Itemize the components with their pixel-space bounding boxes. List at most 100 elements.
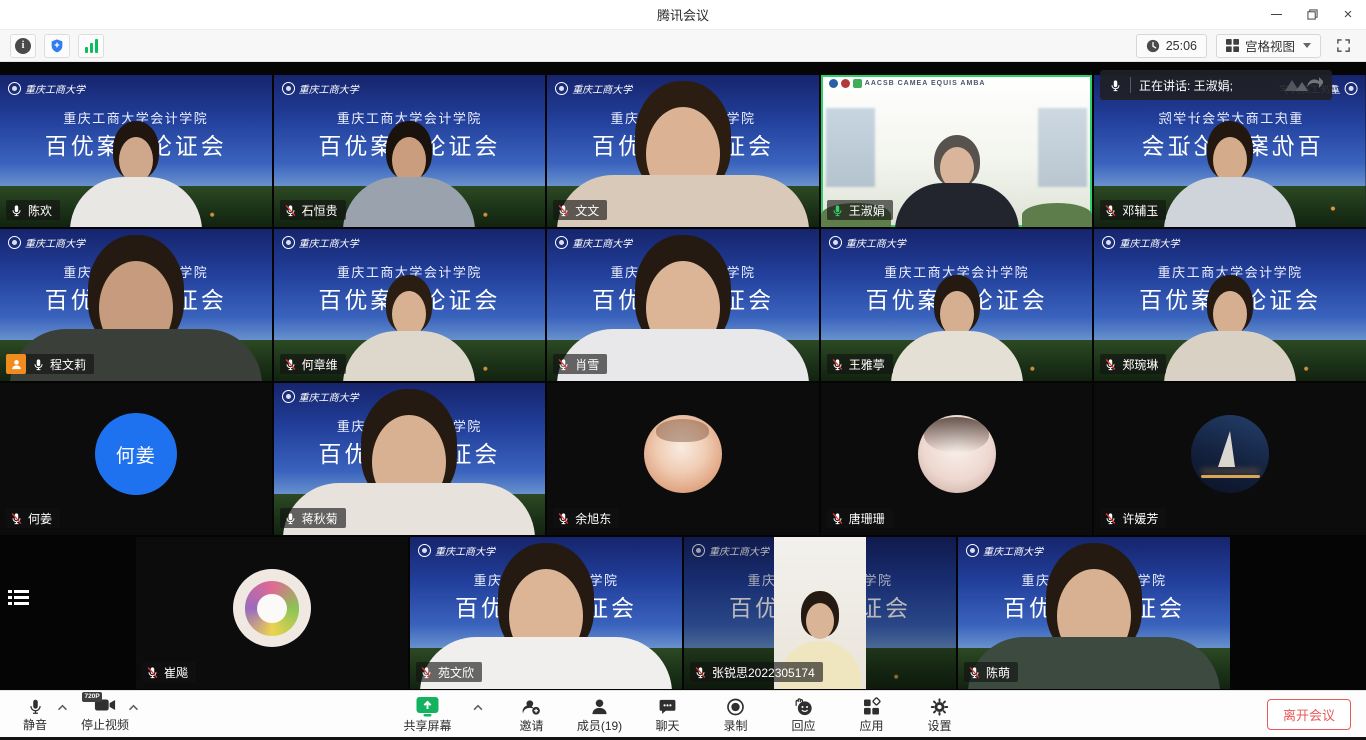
avatar (233, 569, 311, 647)
record-label: 录制 (723, 720, 747, 732)
participant-name-tag: 文文 (553, 200, 607, 220)
mic-options-chevron[interactable] (54, 684, 71, 730)
participant-tile[interactable]: 唐珊珊 (821, 383, 1093, 535)
mic-status-icon (694, 665, 707, 680)
meeting-info-button[interactable]: i (10, 34, 36, 58)
participant-tile[interactable]: 崔飚 (136, 537, 408, 689)
mic-status-icon (968, 665, 981, 680)
university-logo-text: 重庆工商大学 (25, 235, 85, 250)
virtual-bg-school-line: 重庆工商大学会计学院 (0, 262, 272, 281)
participant-name: 苑文欣 (438, 664, 474, 681)
participant-name-tag: 肖雪 (553, 354, 607, 374)
apps-icon (862, 697, 882, 717)
university-logo: 重庆工商大学 (555, 235, 632, 250)
chat-button[interactable]: 聊天 (645, 691, 691, 737)
view-mode-label: 宫格视图 (1245, 36, 1295, 55)
logo-chip (829, 79, 838, 88)
participant-tile[interactable]: 余旭东 (547, 383, 819, 535)
restore-button[interactable] (1294, 0, 1330, 29)
chevron-up-icon (128, 704, 139, 711)
participant-name: 唐珊珊 (849, 510, 885, 527)
participant-tile[interactable]: 重庆工商大学重庆工商大学会计学院百优案例论证会文文 (547, 75, 819, 227)
virtual-bg-event-line: 百优案例论证会 (274, 435, 546, 469)
university-logo: 重庆工商大学 (282, 389, 359, 404)
participant-tile[interactable]: 重庆工商大学重庆工商大学会计学院百优案例论证会陈欢 (0, 75, 272, 227)
chat-icon (658, 697, 678, 717)
mic-icon (1109, 78, 1122, 93)
grid-view-icon (1226, 39, 1239, 52)
window-titlebar: 腾讯会议 × (0, 0, 1366, 30)
meeting-info-icon: i (15, 38, 31, 54)
participant-tile[interactable]: 重庆工商大学重庆工商大学会计学院百优案例论证会张锐思2022305174 (684, 537, 956, 689)
mic-status-icon (557, 357, 570, 372)
participant-tile[interactable]: 重庆工商大学重庆工商大学会计学院百优案例论证会肖雪 (547, 229, 819, 381)
chevron-down-icon (1303, 43, 1311, 48)
minimize-button[interactable] (1258, 0, 1294, 29)
chevron-up-icon (473, 704, 484, 711)
participant-tile[interactable]: 重庆工商大学重庆工商大学会计学院百优案例论证会郑琬琳 (1094, 229, 1366, 381)
participant-name-tag: 程文莉 (6, 354, 94, 374)
video-area: 重庆工商大学重庆工商大学会计学院百优案例论证会陈欢重庆工商大学重庆工商大学会计学… (0, 62, 1366, 690)
agenda-list-icon (8, 588, 30, 608)
university-logo: 重庆工商大学 (418, 543, 495, 558)
security-shield-icon (49, 38, 65, 54)
university-seal-icon (8, 236, 21, 249)
clock-icon (1146, 39, 1160, 53)
participant-name: 邓辅玉 (1122, 202, 1158, 219)
record-button[interactable]: 录制 (713, 691, 759, 737)
logo-chip (841, 79, 850, 88)
university-logo: 重庆工商大学 (555, 81, 632, 96)
mute-button[interactable]: 静音 (12, 691, 58, 737)
speaking-toast-text: 正在讲话: 王淑娟; (1139, 77, 1233, 94)
participant-name: 崔飚 (164, 664, 188, 681)
share-screen-button[interactable]: 共享屏幕 (403, 691, 451, 737)
participant-tile[interactable]: 重庆工商大学重庆工商大学会计学院百优案例论证会何章维 (274, 229, 546, 381)
participant-tile[interactable]: 重庆工商大学重庆工商大学会计学院百优案例论证会蒋秋菊 (274, 383, 546, 535)
participant-tile[interactable]: 重庆工商大学重庆工商大学会计学院百优案例论证会石恒贵 (274, 75, 546, 227)
participant-tile[interactable]: 重庆工商大学重庆工商大学会计学院百优案例论证会王雅葶 (821, 229, 1093, 381)
mic-status-icon (10, 511, 23, 526)
mic-status-icon (284, 357, 297, 372)
virtual-bg-event-line: 百优案例论证会 (1094, 281, 1366, 315)
close-button[interactable]: × (1330, 0, 1366, 29)
network-quality-button[interactable] (78, 34, 104, 58)
university-logo-text: 重庆工商大学 (299, 389, 359, 404)
university-logo-text: 重庆工商大学 (435, 543, 495, 558)
participant-tile[interactable]: 重庆工商大学重庆工商大学会计学院百优案例论证会苑文欣 (410, 537, 682, 689)
university-seal-icon (1345, 82, 1358, 95)
participant-tile[interactable]: 重庆工商大学重庆工商大学会计学院百优案例论证会陈萌 (958, 537, 1230, 689)
view-mode-dropdown[interactable]: 宫格视图 (1216, 34, 1321, 58)
mic-status-icon (284, 203, 297, 218)
accreditation-logos: AACSB CAMEA EQUIS AMBA (829, 79, 986, 88)
apps-button[interactable]: 应用 (849, 691, 895, 737)
bush-right (1022, 203, 1093, 227)
member-badge-icon (6, 354, 26, 374)
gear-icon (930, 697, 950, 717)
participant-tile[interactable]: 许媛芳 (1094, 383, 1366, 535)
participant-tile[interactable]: 何姜何姜 (0, 383, 272, 535)
settings-button[interactable]: 设置 (917, 691, 963, 737)
agenda-list-toggle[interactable] (8, 588, 30, 613)
mic-status-icon (831, 203, 844, 218)
virtual-bg-school-line: 重庆工商大学会计学院 (547, 108, 819, 127)
meeting-timer[interactable]: 25:06 (1136, 34, 1207, 58)
reactions-button[interactable]: 回应 (781, 691, 827, 737)
virtual-bg-event-line: 百优案例论证会 (547, 281, 819, 315)
video-quality-badge: 720P (82, 692, 102, 702)
virtual-bg-event-line: 百优案例论证会 (410, 589, 682, 623)
security-button[interactable] (44, 34, 70, 58)
participant-name: 王淑娟 (849, 202, 885, 219)
video-options-chevron[interactable] (125, 684, 142, 730)
fullscreen-button[interactable] (1330, 34, 1356, 58)
share-options-chevron[interactable] (470, 684, 487, 730)
invite-button[interactable]: 邀请 (509, 691, 555, 737)
university-seal-icon (966, 544, 979, 557)
stop-video-button[interactable]: 720P 停止视频 (81, 691, 129, 737)
logo-chip (853, 79, 862, 88)
leave-meeting-button[interactable]: 离开会议 (1267, 699, 1351, 730)
members-button[interactable]: 成员(19) (577, 691, 623, 737)
participant-name: 肖雪 (575, 356, 599, 373)
participant-tile[interactable]: 重庆工商大学重庆工商大学会计学院百优案例论证会程文莉 (0, 229, 272, 381)
participant-tile[interactable]: AACSB CAMEA EQUIS AMBA 王淑娟 (821, 75, 1093, 227)
virtual-bg-event-line: 百优案例论证会 (821, 281, 1093, 315)
